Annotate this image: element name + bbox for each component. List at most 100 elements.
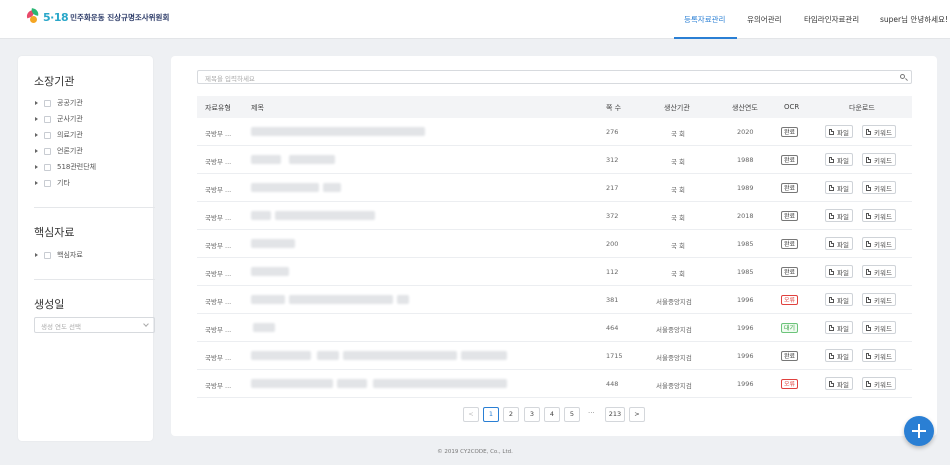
table-row[interactable]: 국방부 ... 276 국 회 2020 완료 파일 키워드 xyxy=(197,118,912,146)
redacted-title[interactable] xyxy=(251,239,295,248)
logo[interactable]: 5·18 민주화운동 진상규명조사위원회 xyxy=(25,8,169,25)
file-download-button[interactable]: 파일 xyxy=(825,153,853,166)
org-item-medical[interactable]: 의료기관 xyxy=(35,130,83,140)
redacted-title[interactable] xyxy=(251,379,333,388)
file-download-button[interactable]: 파일 xyxy=(825,237,853,250)
ocr-status-badge: 완료 xyxy=(781,183,799,193)
checkbox[interactable] xyxy=(44,99,51,107)
caret-right-icon[interactable] xyxy=(35,253,38,257)
checkbox[interactable] xyxy=(44,179,51,187)
file-download-button[interactable]: 파일 xyxy=(825,209,853,222)
document-icon xyxy=(866,296,871,303)
file-download-button[interactable]: 파일 xyxy=(825,321,853,334)
nav-registered-data[interactable]: 등록자료관리 xyxy=(684,14,725,25)
caret-right-icon[interactable] xyxy=(35,149,38,153)
table-row[interactable]: 국방부 ... 200 국 회 1985 완료 파일 키워드 xyxy=(197,230,912,258)
next-page-button[interactable]: > xyxy=(629,407,645,422)
table-row[interactable]: 국방부 ... 464 서울중앙지검 1996 대기 파일 키워드 xyxy=(197,314,912,342)
file-download-button[interactable]: 파일 xyxy=(825,265,853,278)
org-item-public[interactable]: 공공기관 xyxy=(35,98,83,108)
org-item-518-groups[interactable]: 518관련단체 xyxy=(35,162,96,172)
redacted-title[interactable] xyxy=(397,295,409,304)
year-select[interactable]: 생성 연도 선택 xyxy=(34,317,155,333)
document-icon xyxy=(866,268,871,275)
checkbox[interactable] xyxy=(44,115,51,123)
ocr-status-badge: 완료 xyxy=(781,267,799,277)
redacted-title[interactable] xyxy=(251,351,311,360)
redacted-title[interactable] xyxy=(251,295,285,304)
col-ocr: OCR xyxy=(784,103,800,111)
redacted-title[interactable] xyxy=(251,127,425,136)
last-page-button[interactable]: 213 xyxy=(605,407,625,422)
caret-right-icon[interactable] xyxy=(35,117,38,121)
caret-right-icon[interactable] xyxy=(35,101,38,105)
org-item-military[interactable]: 군사기관 xyxy=(35,114,83,124)
keyword-download-button[interactable]: 키워드 xyxy=(862,237,896,250)
keyword-download-button[interactable]: 키워드 xyxy=(862,209,896,222)
core-item[interactable]: 핵심자료 xyxy=(35,250,83,260)
keyword-download-button[interactable]: 키워드 xyxy=(862,153,896,166)
file-download-button[interactable]: 파일 xyxy=(825,125,853,138)
keyword-download-button[interactable]: 키워드 xyxy=(862,181,896,194)
file-download-button[interactable]: 파일 xyxy=(825,293,853,306)
redacted-title[interactable] xyxy=(251,267,289,276)
redacted-title[interactable] xyxy=(289,295,393,304)
row-year: 1996 xyxy=(737,296,754,304)
redacted-title[interactable] xyxy=(337,379,367,388)
file-download-button[interactable]: 파일 xyxy=(825,377,853,390)
file-download-button[interactable]: 파일 xyxy=(825,181,853,194)
col-year: 생산연도 xyxy=(732,104,758,112)
add-document-button[interactable] xyxy=(904,416,934,446)
redacted-title[interactable] xyxy=(461,351,507,360)
redacted-title[interactable] xyxy=(251,155,281,164)
document-icon xyxy=(866,240,871,247)
page-1-button[interactable]: 1 xyxy=(483,407,499,422)
checkbox[interactable] xyxy=(44,131,51,139)
redacted-title[interactable] xyxy=(275,211,375,220)
prev-page-button[interactable]: < xyxy=(463,407,479,422)
table-row[interactable]: 국방부 ... 217 국 회 1989 완료 파일 키워드 xyxy=(197,174,912,202)
table-row[interactable]: 국방부 ... 1715 서울중앙지검 1996 완료 파일 키워드 xyxy=(197,342,912,370)
caret-right-icon[interactable] xyxy=(35,165,38,169)
redacted-title[interactable] xyxy=(251,211,271,220)
search-icon[interactable] xyxy=(900,74,905,79)
nav-synonyms[interactable]: 유의어관리 xyxy=(747,14,782,25)
table-row[interactable]: 국방부 ... 448 서울중앙지검 1996 오류 파일 키워드 xyxy=(197,370,912,398)
ocr-status-badge: 완료 xyxy=(781,155,799,165)
checkbox[interactable] xyxy=(44,163,51,171)
page-3-button[interactable]: 3 xyxy=(524,407,540,422)
table-row[interactable]: 국방부 ... 312 국 회 1988 완료 파일 키워드 xyxy=(197,146,912,174)
nav-timeline-data[interactable]: 타임라인자료관리 xyxy=(804,14,859,25)
nav-user-greeting[interactable]: super님 안녕하세요! xyxy=(880,14,948,25)
table-row[interactable]: 국방부 ... 112 국 회 1985 완료 파일 키워드 xyxy=(197,258,912,286)
org-item-press[interactable]: 언론기관 xyxy=(35,146,83,156)
redacted-title[interactable] xyxy=(289,155,335,164)
file-download-button[interactable]: 파일 xyxy=(825,349,853,362)
checkbox[interactable] xyxy=(44,251,51,259)
redacted-title[interactable] xyxy=(343,351,457,360)
table-row[interactable]: 국방부 ... 381 서울중앙지검 1996 오류 파일 키워드 xyxy=(197,286,912,314)
caret-right-icon[interactable] xyxy=(35,133,38,137)
keyword-download-button[interactable]: 키워드 xyxy=(862,377,896,390)
page-4-button[interactable]: 4 xyxy=(544,407,560,422)
page-2-button[interactable]: 2 xyxy=(503,407,519,422)
page-5-button[interactable]: 5 xyxy=(564,407,580,422)
redacted-title[interactable] xyxy=(373,379,507,388)
keyword-download-button[interactable]: 키워드 xyxy=(862,125,896,138)
redacted-title[interactable] xyxy=(253,323,275,332)
keyword-download-button[interactable]: 키워드 xyxy=(862,293,896,306)
caret-right-icon[interactable] xyxy=(35,181,38,185)
redacted-title[interactable] xyxy=(317,351,339,360)
keyword-download-button[interactable]: 키워드 xyxy=(862,349,896,362)
checkbox[interactable] xyxy=(44,147,51,155)
search-input[interactable]: 제목을 입력하세요 xyxy=(197,70,912,84)
row-type: 국방부 ... xyxy=(205,158,232,166)
row-type: 국방부 ... xyxy=(205,326,232,334)
redacted-title[interactable] xyxy=(251,183,319,192)
org-item-other[interactable]: 기타 xyxy=(35,178,70,188)
keyword-download-button[interactable]: 키워드 xyxy=(862,265,896,278)
chevron-down-icon xyxy=(143,321,149,327)
table-row[interactable]: 국방부 ... 372 국 회 2018 완료 파일 키워드 xyxy=(197,202,912,230)
keyword-download-button[interactable]: 키워드 xyxy=(862,321,896,334)
redacted-title[interactable] xyxy=(323,183,341,192)
